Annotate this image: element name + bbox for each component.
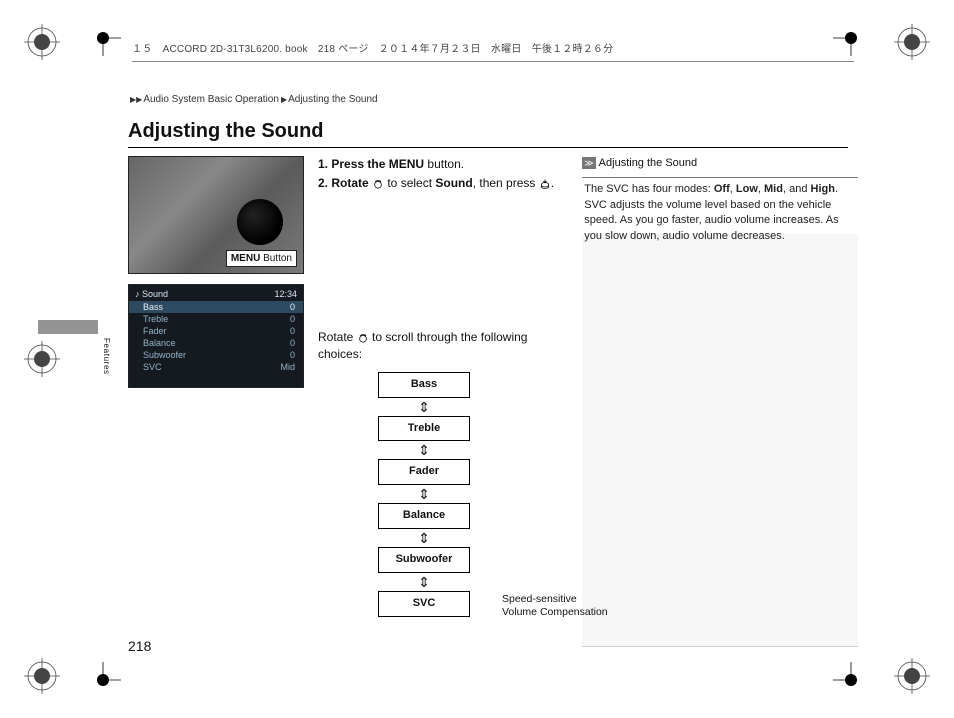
sidebar-marker-icon: ≫: [582, 157, 595, 170]
crop-mark-icon: [85, 662, 121, 698]
flow-box: Fader: [378, 459, 470, 485]
breadcrumb-a: Audio System Basic Operation: [143, 94, 279, 105]
screen-clock: 12:34: [274, 289, 297, 299]
screen-row: Balance0: [129, 337, 303, 349]
crop-mark-icon: [85, 20, 121, 56]
updown-arrow-icon: ⇕: [418, 441, 430, 459]
screen-preview: ♪ Sound 12:34 Bass0 Treble0 Fader0 Balan…: [128, 284, 304, 388]
side-label: Features: [102, 338, 111, 375]
registration-mark-icon: [894, 24, 930, 60]
flow-box: Balance: [378, 503, 470, 529]
screen-row: SVCMid: [129, 361, 303, 373]
knob-icon: [237, 199, 283, 245]
step-2: 2. Rotate to select Sound, then press .: [318, 175, 562, 192]
registration-mark-icon: [894, 658, 930, 694]
press-dial-icon: [539, 178, 551, 190]
flow-box: Treble: [378, 416, 470, 442]
flow-chart: Bass ⇕ Treble ⇕ Fader ⇕ Balance ⇕ Subwoo…: [354, 372, 494, 618]
page-number: 218: [128, 638, 151, 654]
registration-mark-icon: [24, 341, 60, 377]
breadcrumb: ▶▶Audio System Basic Operation▶Adjusting…: [130, 94, 378, 105]
breadcrumb-b: Adjusting the Sound: [288, 94, 378, 105]
updown-arrow-icon: ⇕: [418, 485, 430, 503]
flow-box: SVC: [378, 591, 470, 617]
sidebar-heading: ≫Adjusting the Sound: [582, 156, 858, 173]
screen-row: Fader0: [129, 325, 303, 337]
photo-menu-button: MENU Button: [128, 156, 304, 274]
rotate-dial-icon: [372, 178, 384, 190]
flow-box: Bass: [378, 372, 470, 398]
updown-arrow-icon: ⇕: [418, 529, 430, 547]
rotate-dial-icon: [357, 332, 369, 344]
side-tab: [38, 320, 98, 334]
photo-callout: MENU Button: [226, 250, 297, 267]
updown-arrow-icon: ⇕: [418, 573, 430, 591]
step-1: 1. Press the MENU button.: [318, 156, 562, 173]
registration-mark-icon: [24, 24, 60, 60]
screen-title: ♪ Sound: [135, 289, 168, 299]
sidebar-body: The SVC has four modes: Off, Low, Mid, a…: [582, 177, 858, 647]
flow-box: Subwoofer: [378, 547, 470, 573]
svc-note: Speed-sensitive Volume Compensation: [502, 593, 612, 619]
screen-row: Subwoofer0: [129, 349, 303, 361]
screen-row: Treble0: [129, 313, 303, 325]
page-title: Adjusting the Sound: [128, 120, 848, 148]
registration-mark-icon: [24, 658, 60, 694]
crop-mark-icon: [833, 662, 869, 698]
breadcrumb-sep-icon: ▶: [281, 95, 287, 104]
rotate-instruction: Rotate to scroll through the following c…: [318, 329, 562, 364]
screen-row: Bass0: [129, 301, 303, 313]
print-header: １５ ACCORD 2D-31T3L6200. book 218 ページ ２０１…: [132, 40, 854, 62]
updown-arrow-icon: ⇕: [418, 398, 430, 416]
breadcrumb-sep-icon: ▶▶: [130, 95, 142, 104]
